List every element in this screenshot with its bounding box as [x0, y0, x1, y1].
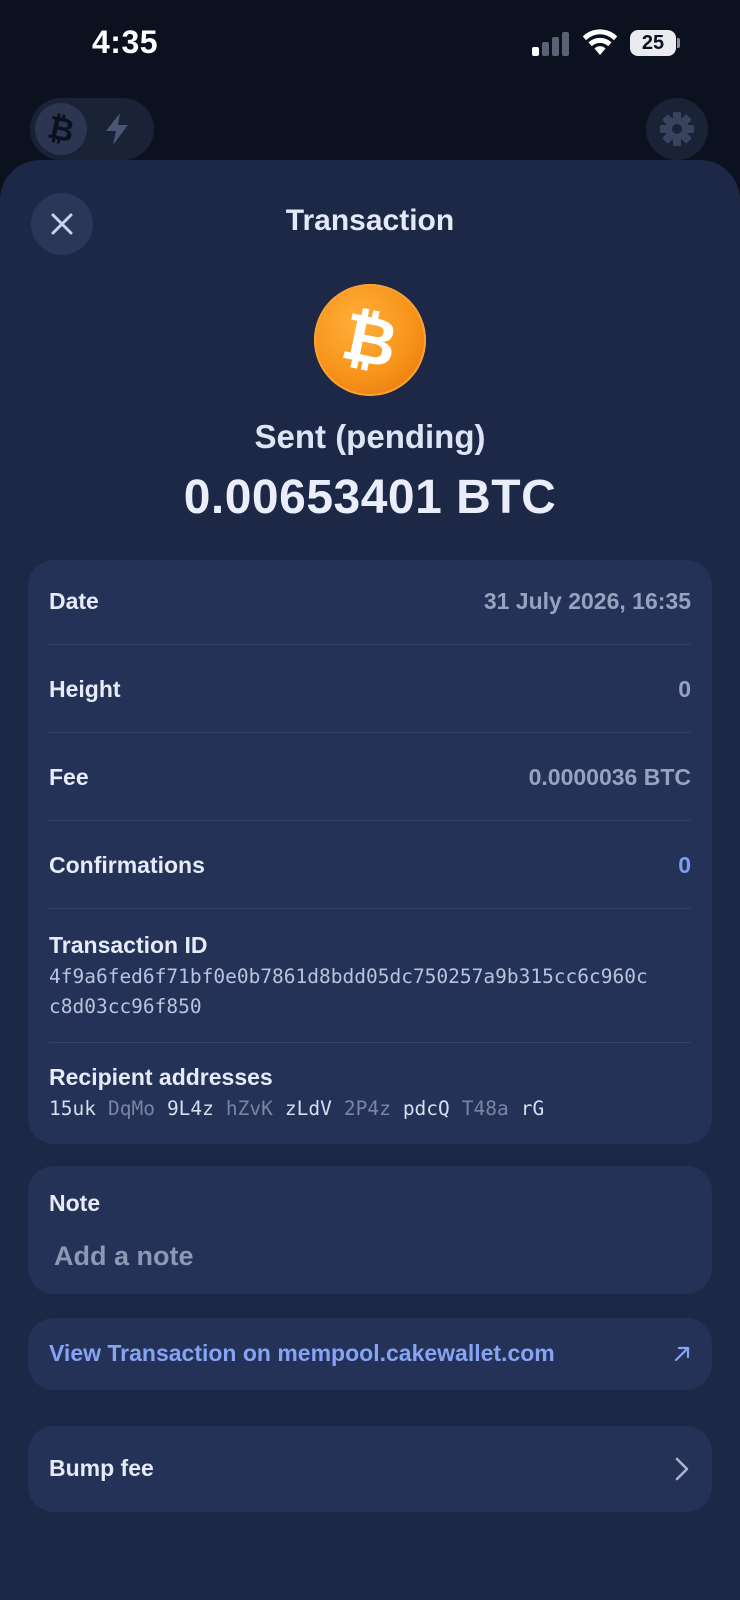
gear-icon: [660, 112, 694, 146]
chevron-right-icon: [675, 1457, 689, 1481]
divider: [49, 908, 691, 909]
date-value: 31 July 2026, 16:35: [483, 588, 691, 614]
fee-value: 0.0000036 BTC: [528, 764, 691, 790]
wallet-type-toggle[interactable]: ₿: [30, 98, 154, 160]
transaction-id-line-2[interactable]: c8d03cc96f850: [49, 992, 202, 1022]
bitcoin-icon[interactable]: ₿: [35, 103, 87, 155]
transaction-status: Sent (pending): [254, 418, 486, 455]
address-chunk: T48a: [461, 1097, 509, 1120]
view-on-explorer-link[interactable]: View Transaction on mempool.cakewallet.c…: [28, 1318, 712, 1390]
bitcoin-icon: ₿: [314, 284, 426, 396]
status-time: 4:35: [92, 24, 159, 60]
address-chunk: hZvK: [225, 1097, 273, 1120]
address-chunk: 9L4z: [166, 1097, 214, 1120]
confirmations-row: Confirmations 0: [49, 852, 691, 882]
divider: [49, 820, 691, 821]
divider: [49, 644, 691, 645]
date-row: Date 31 July 2026, 16:35: [49, 588, 691, 618]
recipient-label: Recipient addresses: [49, 1064, 273, 1090]
address-chunk: zLdV: [284, 1097, 332, 1120]
signal-icon: [532, 32, 572, 56]
height-value: 0: [678, 676, 691, 702]
battery-level: 25: [641, 32, 665, 54]
address-chunk: 15uk: [49, 1097, 96, 1120]
transaction-amount: 0.00653401 BTC: [183, 471, 557, 524]
address-chunk: 2P4z: [343, 1097, 391, 1120]
address-chunk: DqMo: [107, 1097, 155, 1120]
height-row: Height 0: [49, 676, 691, 706]
lightning-icon[interactable]: [102, 112, 132, 146]
address-chunk: rG: [520, 1097, 545, 1120]
transaction-sheet: Transaction ₿ Sent (pending) 0.00653401 …: [0, 160, 740, 1600]
recipient-address[interactable]: 15uk DqMo 9L4z hZvK zLdV 2P4z pdcQ T48a rG: [49, 1094, 556, 1124]
note-input[interactable]: [54, 1234, 674, 1278]
divider: [49, 1042, 691, 1043]
transaction-id-label: Transaction ID: [49, 932, 208, 958]
fee-row: Fee 0.0000036 BTC: [49, 764, 691, 794]
confirmations-label: Confirmations: [49, 852, 205, 878]
transaction-details-screen: 4:35 25 ₿ Transaction ₿ Sent (pending) 0…: [0, 0, 740, 1600]
note-card: Note: [28, 1166, 712, 1294]
confirmations-value: 0: [678, 852, 691, 878]
wifi-icon: [582, 28, 618, 56]
sheet-title: Transaction: [285, 204, 455, 237]
divider: [49, 732, 691, 733]
svg-text:₿: ₿: [45, 109, 78, 150]
bump-fee-label: Bump fee: [49, 1455, 154, 1481]
height-label: Height: [49, 676, 121, 702]
settings-button[interactable]: [646, 98, 708, 160]
date-label: Date: [49, 588, 99, 614]
view-on-explorer-label: View Transaction on mempool.cakewallet.c…: [49, 1340, 555, 1366]
transaction-id-row[interactable]: Transaction ID 4f9a6fed6f71bf0e0b7861d8b…: [49, 932, 691, 1028]
transaction-id-line-1[interactable]: 4f9a6fed6f71bf0e0b7861d8bdd05dc750257a9b…: [49, 962, 648, 992]
fee-label: Fee: [49, 764, 89, 790]
details-card: Date 31 July 2026, 16:35 Height 0 Fee 0.…: [28, 560, 712, 1144]
note-label: Note: [49, 1190, 101, 1216]
status-bar: 4:35 25: [0, 0, 740, 90]
battery-icon: 25: [630, 30, 680, 56]
bump-fee-button[interactable]: Bump fee: [28, 1426, 712, 1512]
recipient-row[interactable]: Recipient addresses 15uk DqMo 9L4z hZvK zLdV…: [49, 1064, 691, 1130]
address-chunk: pdcQ: [402, 1097, 450, 1120]
bitcoin-glyph: ₿: [335, 298, 404, 382]
external-link-icon: [674, 1346, 690, 1362]
